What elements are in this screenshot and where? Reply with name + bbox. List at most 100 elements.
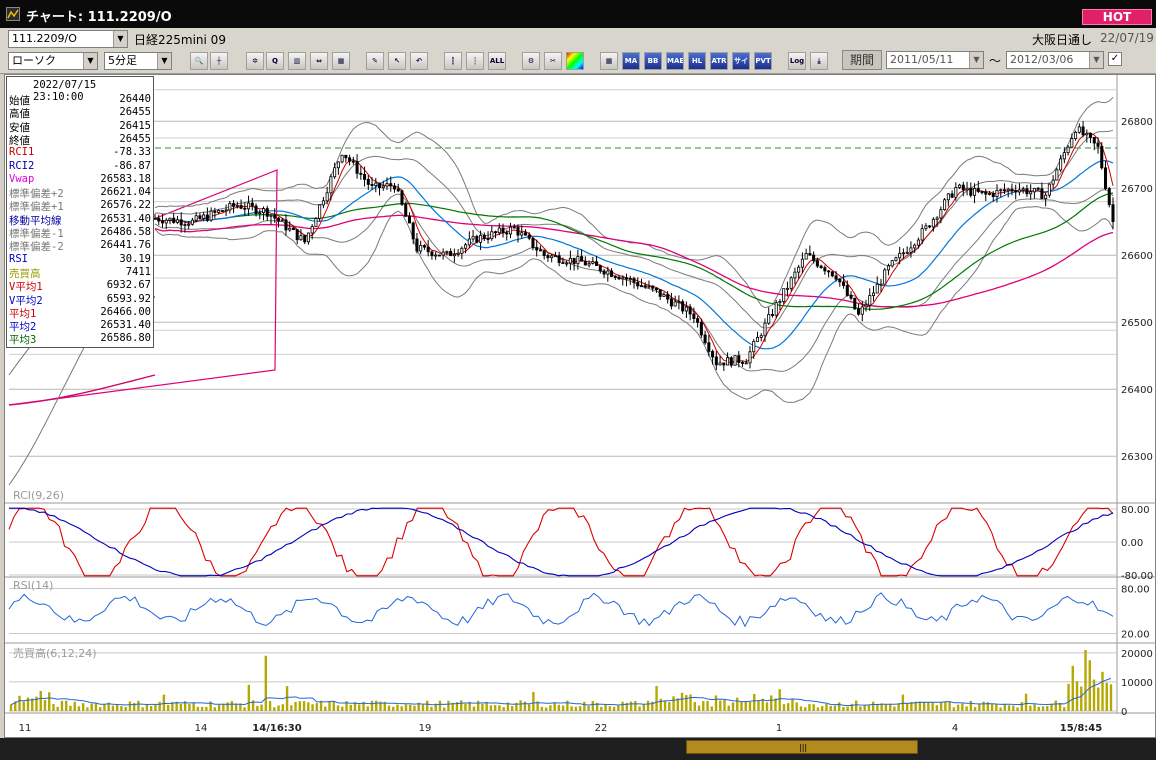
volume-bar xyxy=(290,705,293,711)
mae-button[interactable]: MAE xyxy=(666,52,684,70)
from-date-input[interactable]: 2011/05/11 ▼ xyxy=(886,51,984,69)
cursor-icon[interactable]: ↖ xyxy=(388,52,406,70)
candle-body xyxy=(901,252,905,255)
interval-select[interactable]: 5分足 ▼ xyxy=(104,52,172,70)
hl-button[interactable]: HL xyxy=(688,52,706,70)
volume-bar xyxy=(149,706,153,711)
market-name: 大阪日通し xyxy=(1032,33,1093,47)
range-separator: ～ xyxy=(989,54,1002,68)
candle-body xyxy=(415,238,419,252)
volume-bar xyxy=(723,699,726,711)
color-palette-icon[interactable] xyxy=(566,52,584,70)
volume-bar xyxy=(1067,683,1070,711)
scale-icon[interactable]: ⇔ xyxy=(310,52,328,70)
x-axis-label: 14 xyxy=(195,723,208,734)
candle-compare-icon[interactable]: ┆ xyxy=(466,52,484,70)
candle-body xyxy=(699,322,703,336)
candle-body xyxy=(931,218,935,228)
chart-svg: 26800 26700 26600 26500 26400 26300 80.00 0.00 -… xyxy=(5,75,1156,734)
symbol-input[interactable]: 111.2209/O ▼ xyxy=(8,30,128,48)
volume-bar xyxy=(447,700,450,711)
all-button[interactable]: ALL xyxy=(488,52,506,70)
candle-icon[interactable]: ┇ xyxy=(444,52,462,70)
print-icon[interactable]: ▦ xyxy=(332,52,350,70)
scrollbar-thumb[interactable]: ||| xyxy=(686,740,918,754)
period-label: 期間 xyxy=(849,53,874,67)
zoom-icon[interactable]: 🔍 xyxy=(190,52,208,70)
volume-bar xyxy=(795,702,798,711)
atr-button[interactable]: ATR xyxy=(710,52,728,70)
volume-bar xyxy=(9,704,13,711)
volume-bar xyxy=(22,701,25,711)
settings-icon[interactable]: ⚙ xyxy=(522,52,540,70)
hot-button[interactable]: HOT xyxy=(1082,9,1152,25)
volume-bar xyxy=(366,706,369,711)
volume-bar xyxy=(714,695,718,711)
candle-body xyxy=(299,235,303,241)
candle-body xyxy=(434,254,438,257)
pencil-icon[interactable]: ✎ xyxy=(366,52,384,70)
log-button[interactable]: Log xyxy=(788,52,806,70)
chart-scrollbar[interactable]: ||| xyxy=(0,738,1156,760)
period-checkbox[interactable]: ✓ xyxy=(1108,52,1122,66)
volume-bar xyxy=(859,706,862,711)
volume-bar xyxy=(995,704,998,711)
candle-body xyxy=(755,336,760,342)
chevron-down-icon[interactable]: ▼ xyxy=(1089,52,1103,68)
crosshair-icon[interactable]: ┼ xyxy=(210,52,228,70)
volume-bar xyxy=(532,691,535,711)
volume-bar xyxy=(999,707,1002,711)
info-value: 7411 xyxy=(125,265,151,278)
volume-tick-label: 10000 xyxy=(1121,678,1153,689)
bar-chart-icon[interactable]: ▥ xyxy=(288,52,306,70)
volume-bar xyxy=(710,706,713,711)
ma-button[interactable]: MA xyxy=(622,52,640,70)
compare-icon[interactable]: Q xyxy=(266,52,284,70)
candle-body xyxy=(1021,188,1025,191)
candle-body xyxy=(175,219,179,223)
undo-icon[interactable]: ↶ xyxy=(410,52,428,70)
volume-bar xyxy=(128,701,132,711)
pvt-button[interactable]: PVT xyxy=(754,52,772,70)
candle-body xyxy=(939,209,943,219)
volume-bar xyxy=(65,700,68,711)
chart-area[interactable]: 26800 26700 26600 26500 26400 26300 80.00 0.00 -… xyxy=(4,74,1156,738)
candle-body xyxy=(396,188,400,192)
candle-body xyxy=(336,161,340,169)
candle-body xyxy=(632,278,636,283)
candle-body xyxy=(722,362,726,366)
candle-body xyxy=(505,232,509,235)
to-date-input[interactable]: 2012/03/06 ▼ xyxy=(1006,51,1104,69)
bb-button[interactable]: BB xyxy=(644,52,662,70)
volume-bar xyxy=(328,701,331,711)
export-icon[interactable]: ⤓ xyxy=(810,52,828,70)
volume-bar xyxy=(527,704,531,711)
candle-body xyxy=(819,265,823,269)
chevron-down-icon[interactable]: ▼ xyxy=(113,31,127,47)
candle-body xyxy=(1014,190,1018,193)
volume-bar xyxy=(336,705,340,711)
volume-bar xyxy=(375,700,378,711)
candle-body xyxy=(857,308,861,315)
interval-value: 5分足 xyxy=(108,54,137,67)
candle-body xyxy=(205,214,209,221)
volume-bar xyxy=(884,704,888,711)
candle-body xyxy=(636,281,640,287)
wrench-icon[interactable]: ✂ xyxy=(544,52,562,70)
info-row: 終値 26455 xyxy=(9,133,153,147)
chevron-down-icon[interactable]: ▼ xyxy=(969,52,983,68)
volume-bar xyxy=(1050,703,1053,711)
candle-body xyxy=(793,271,797,279)
volume-bar xyxy=(324,706,327,711)
psycho-button[interactable]: サイコ xyxy=(732,52,750,70)
period-button[interactable]: 期間 xyxy=(842,50,882,70)
candle-body xyxy=(452,254,456,257)
pattern-icon[interactable]: ✲ xyxy=(246,52,264,70)
chevron-down-icon[interactable]: ▼ xyxy=(83,53,97,69)
grip-icon: ||| xyxy=(799,743,808,752)
volume-bar xyxy=(502,707,505,711)
candle-body xyxy=(752,341,756,353)
indicator-grid-icon[interactable]: ▦ xyxy=(600,52,618,70)
chevron-down-icon[interactable]: ▼ xyxy=(157,53,171,69)
chart-type-select[interactable]: ローソク ▼ xyxy=(8,52,98,70)
